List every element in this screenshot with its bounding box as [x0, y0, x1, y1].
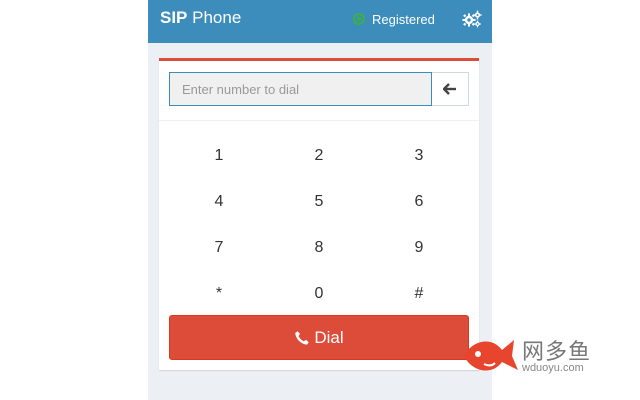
gears-icon[interactable]: [462, 10, 482, 28]
app-title-bold: SIP: [160, 8, 188, 27]
key-hash[interactable]: #: [369, 277, 469, 311]
key-6[interactable]: 6: [369, 185, 469, 219]
watermark-url: wduoyu.com: [522, 362, 584, 374]
key-5[interactable]: 5: [269, 185, 369, 219]
key-8[interactable]: 8: [269, 231, 369, 265]
backspace-button[interactable]: [432, 72, 469, 106]
app-title: SIP Phone: [160, 8, 241, 28]
sip-phone-app: SIP Phone Registered Enter number to dia…: [148, 0, 492, 400]
key-2[interactable]: 2: [269, 139, 369, 173]
dial-label: Dial: [314, 327, 344, 347]
number-input[interactable]: [169, 72, 432, 106]
app-title-rest: Phone: [192, 8, 242, 27]
dial-input-group: [169, 72, 469, 106]
key-1[interactable]: 1: [169, 139, 269, 173]
dialer-panel: 1 2 3 4 5 6 7 8 9 * 0 # Dial: [159, 58, 479, 370]
registration-status: Registered: [353, 11, 435, 27]
key-9[interactable]: 9: [369, 231, 469, 265]
dial-button[interactable]: Dial: [169, 315, 469, 360]
key-7[interactable]: 7: [169, 231, 269, 265]
key-0[interactable]: 0: [269, 277, 369, 311]
fish-logo-icon: [464, 340, 518, 371]
arrow-left-icon: [443, 83, 456, 95]
app-header: SIP Phone Registered: [148, 0, 492, 43]
panel-divider: [159, 120, 479, 121]
watermark: 网多鱼 wduoyu.com: [462, 330, 632, 380]
key-star[interactable]: *: [169, 277, 269, 311]
key-3[interactable]: 3: [369, 139, 469, 173]
status-text: Registered: [372, 11, 435, 27]
key-4[interactable]: 4: [169, 185, 269, 219]
phone-icon: [295, 330, 310, 345]
status-circle-icon: [353, 13, 365, 25]
